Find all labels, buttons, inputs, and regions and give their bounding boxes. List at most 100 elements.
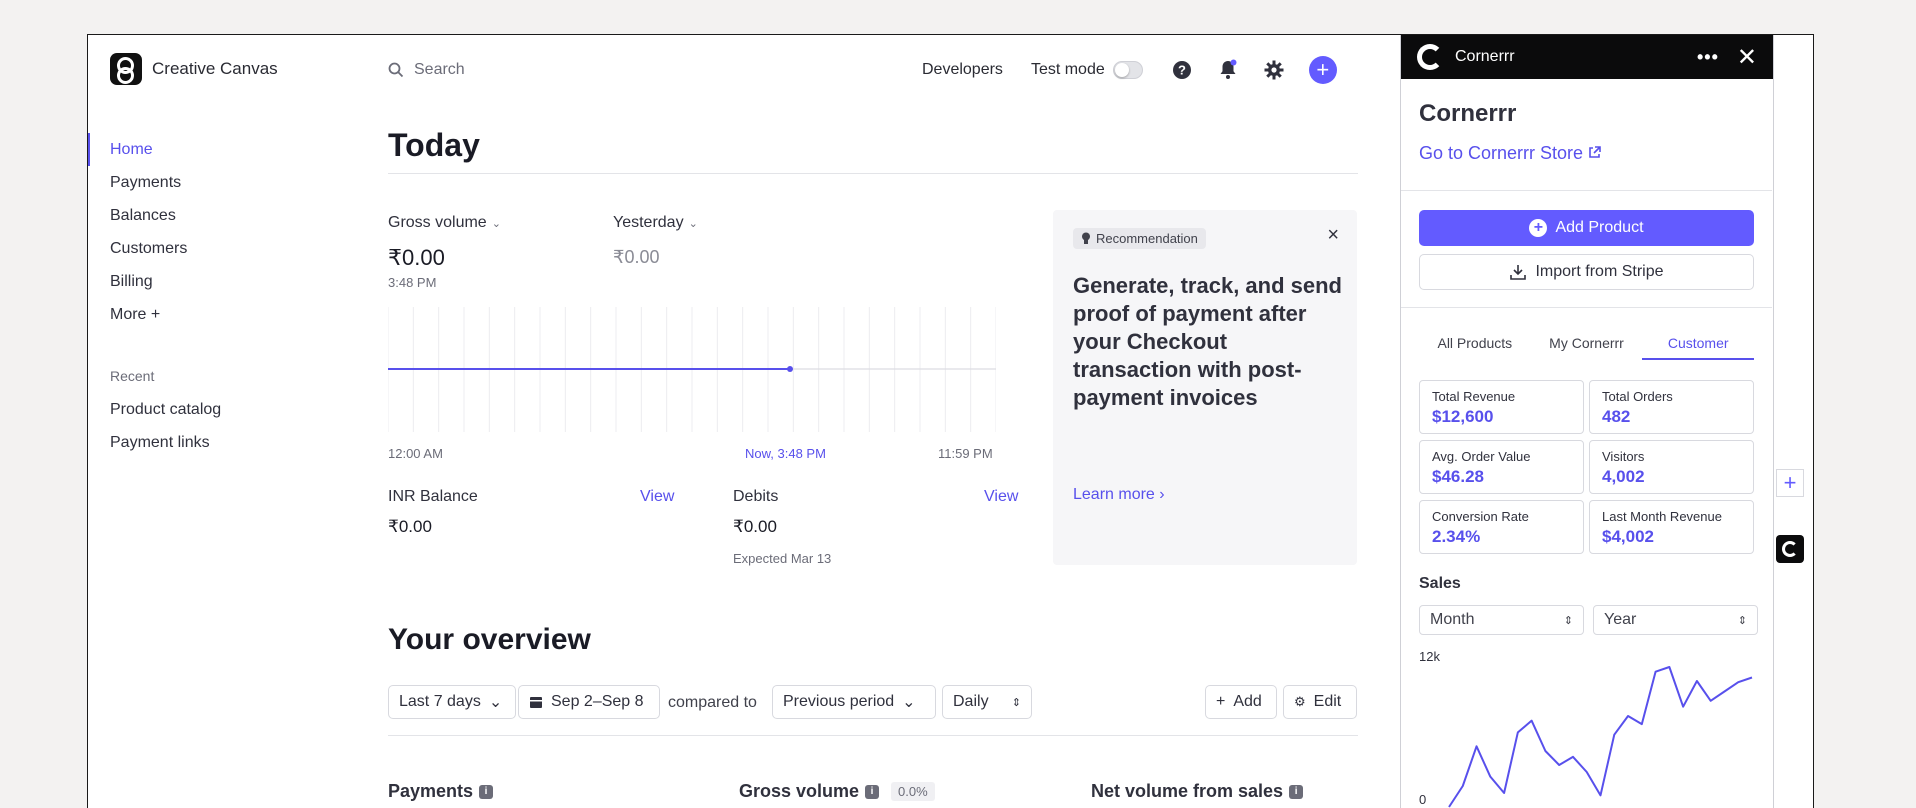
- chevron-down-icon: ⌄: [491, 218, 501, 230]
- test-mode-toggle[interactable]: [1112, 61, 1143, 79]
- stat-value: $4,002: [1602, 527, 1654, 546]
- brand[interactable]: Creative Canvas: [110, 53, 278, 85]
- gross-volume-dropdown[interactable]: Gross volume ⌄: [388, 214, 501, 232]
- tab-my-cornerrr[interactable]: My Cornerrr: [1531, 335, 1643, 360]
- settings-gear-icon[interactable]: [1263, 59, 1285, 81]
- year-select[interactable]: Year ⇕: [1593, 605, 1758, 635]
- close-icon[interactable]: ×: [1327, 224, 1339, 247]
- stat-card: Total Revenue $12,600: [1419, 380, 1584, 434]
- gross-volume-section-label: Gross volume: [739, 781, 860, 801]
- compared-to-label: compared to: [668, 694, 757, 711]
- debits-label: Debits: [733, 488, 779, 505]
- month-select[interactable]: Month ⇕: [1419, 605, 1584, 635]
- edit-button[interactable]: ⚙ Edit: [1283, 685, 1357, 719]
- nav-item-payments[interactable]: Payments: [88, 166, 338, 199]
- add-product-button[interactable]: + Add Product: [1419, 210, 1754, 246]
- nav-item-billing[interactable]: Billing: [88, 265, 338, 298]
- app-window: Creative Canvas Home Payments Balances C…: [87, 34, 1814, 808]
- nav-item-customers[interactable]: Customers: [88, 232, 338, 265]
- add-app-plus-icon[interactable]: +: [1776, 469, 1804, 497]
- date-range-label: Sep 2–Sep 8: [551, 693, 644, 710]
- chevron-down-icon: ⌄: [902, 694, 916, 711]
- test-mode-control[interactable]: Test mode: [1031, 61, 1143, 79]
- stat-label: Conversion Rate: [1432, 509, 1529, 524]
- add-label: Add: [1233, 693, 1262, 710]
- interval-select[interactable]: Daily ⇕: [942, 685, 1032, 719]
- range-select[interactable]: Last 7 days ⌄: [388, 685, 516, 719]
- info-icon[interactable]: i: [1289, 784, 1304, 799]
- stat-label: Avg. Order Value: [1432, 449, 1531, 464]
- add-button[interactable]: + Add: [1205, 685, 1277, 719]
- search-input[interactable]: [414, 61, 714, 79]
- inr-balance-view-link[interactable]: View: [640, 488, 674, 506]
- payments-section-title: Payments i: [388, 781, 494, 802]
- plus-circle-icon: +: [1529, 219, 1548, 237]
- stat-label: Total Revenue: [1432, 389, 1516, 404]
- plus-icon: +: [1216, 693, 1226, 710]
- page-title: Today: [388, 127, 480, 163]
- test-mode-label: Test mode: [1030, 61, 1105, 78]
- close-icon[interactable]: ✕: [1737, 43, 1757, 72]
- year-label: Year: [1604, 611, 1637, 628]
- info-icon[interactable]: i: [865, 784, 880, 799]
- yesterday-dropdown[interactable]: Yesterday ⌄: [613, 214, 698, 232]
- axis-now-label: Now, 3:48 PM: [745, 446, 826, 461]
- panel-header: Cornerrr ••• ✕: [1401, 35, 1773, 79]
- notification-bell-icon[interactable]: [1217, 59, 1239, 81]
- up-down-chevron-icon: ⇕: [1563, 614, 1573, 627]
- nav-item-more[interactable]: More +: [88, 298, 338, 331]
- learn-more-label: Learn more: [1073, 486, 1155, 503]
- cornerrr-app-icon[interactable]: [1776, 535, 1804, 563]
- sales-series-line: [1448, 666, 1753, 808]
- import-from-stripe-button[interactable]: Import from Stripe: [1419, 254, 1754, 290]
- up-down-chevron-icon: ⇕: [1737, 614, 1747, 627]
- create-plus-icon[interactable]: +: [1308, 56, 1337, 84]
- cornerrr-app-panel: Cornerrr ••• ✕ Cornerrr Go to Cornerrr S…: [1400, 35, 1774, 808]
- recommendation-title: Generate, track, and send proof of payme…: [1073, 273, 1342, 410]
- store-link-label: Go to Cornerrr Store: [1419, 143, 1584, 163]
- divider: [388, 735, 1358, 736]
- stat-card: Conversion Rate 2.34%: [1419, 500, 1584, 554]
- net-volume-section-title: Net volume from sales i: [1091, 781, 1304, 802]
- download-icon: [1510, 265, 1527, 280]
- nav-item-balances[interactable]: Balances: [88, 199, 338, 232]
- stat-value: 2.34%: [1432, 527, 1481, 546]
- inr-balance-label: INR Balance: [388, 488, 478, 505]
- tab-all-products[interactable]: All Products: [1419, 335, 1531, 360]
- search-bar[interactable]: [388, 61, 768, 79]
- gross-volume-label: Gross volume: [388, 214, 487, 231]
- recent-item-product-catalog[interactable]: Product catalog: [88, 393, 338, 426]
- yesterday-value: ₹0.00: [613, 247, 660, 267]
- help-icon[interactable]: ?: [1171, 59, 1193, 81]
- tab-customer[interactable]: Customer: [1642, 335, 1755, 360]
- debits-view-link[interactable]: View: [984, 488, 1018, 506]
- comparison-select[interactable]: Previous period ⌄: [772, 685, 936, 719]
- panel-tabs: All Products My Cornerrr Customer: [1419, 335, 1755, 360]
- chevron-right-icon: ›: [1159, 486, 1165, 503]
- divider: [1401, 190, 1772, 191]
- gross-volume-time: 3:48 PM: [388, 275, 437, 290]
- developers-link[interactable]: Developers: [922, 61, 1003, 79]
- stat-card: Total Orders 482: [1589, 380, 1754, 434]
- top-actions: Developers Test mode ? +: [922, 55, 1337, 85]
- nav-item-home[interactable]: Home: [88, 133, 338, 166]
- recent-title: Recent: [110, 368, 155, 384]
- import-label: Import from Stripe: [1535, 263, 1664, 280]
- net-volume-section-label: Net volume from sales: [1091, 781, 1284, 801]
- today-now-point: [787, 366, 793, 372]
- divider: [1401, 307, 1772, 308]
- gross-volume-badge: 0.0%: [891, 782, 935, 801]
- gear-icon: ⚙: [1294, 694, 1306, 709]
- learn-more-link[interactable]: Learn more ›: [1073, 486, 1165, 504]
- date-range-picker[interactable]: Sep 2–Sep 8: [518, 685, 660, 719]
- stat-label: Visitors: [1602, 449, 1645, 464]
- edit-label: Edit: [1313, 693, 1342, 710]
- stat-card: Visitors 4,002: [1589, 440, 1754, 494]
- recent-item-payment-links[interactable]: Payment links: [88, 426, 338, 459]
- info-icon[interactable]: i: [479, 784, 494, 799]
- sidebar-nav: Home Payments Balances Customers Billing…: [88, 133, 338, 331]
- recommendation-tag: Recommendation: [1073, 228, 1206, 249]
- lightbulb-icon: [1082, 232, 1090, 244]
- more-options-icon[interactable]: •••: [1697, 47, 1719, 68]
- store-link[interactable]: Go to Cornerrr Store: [1419, 143, 1601, 164]
